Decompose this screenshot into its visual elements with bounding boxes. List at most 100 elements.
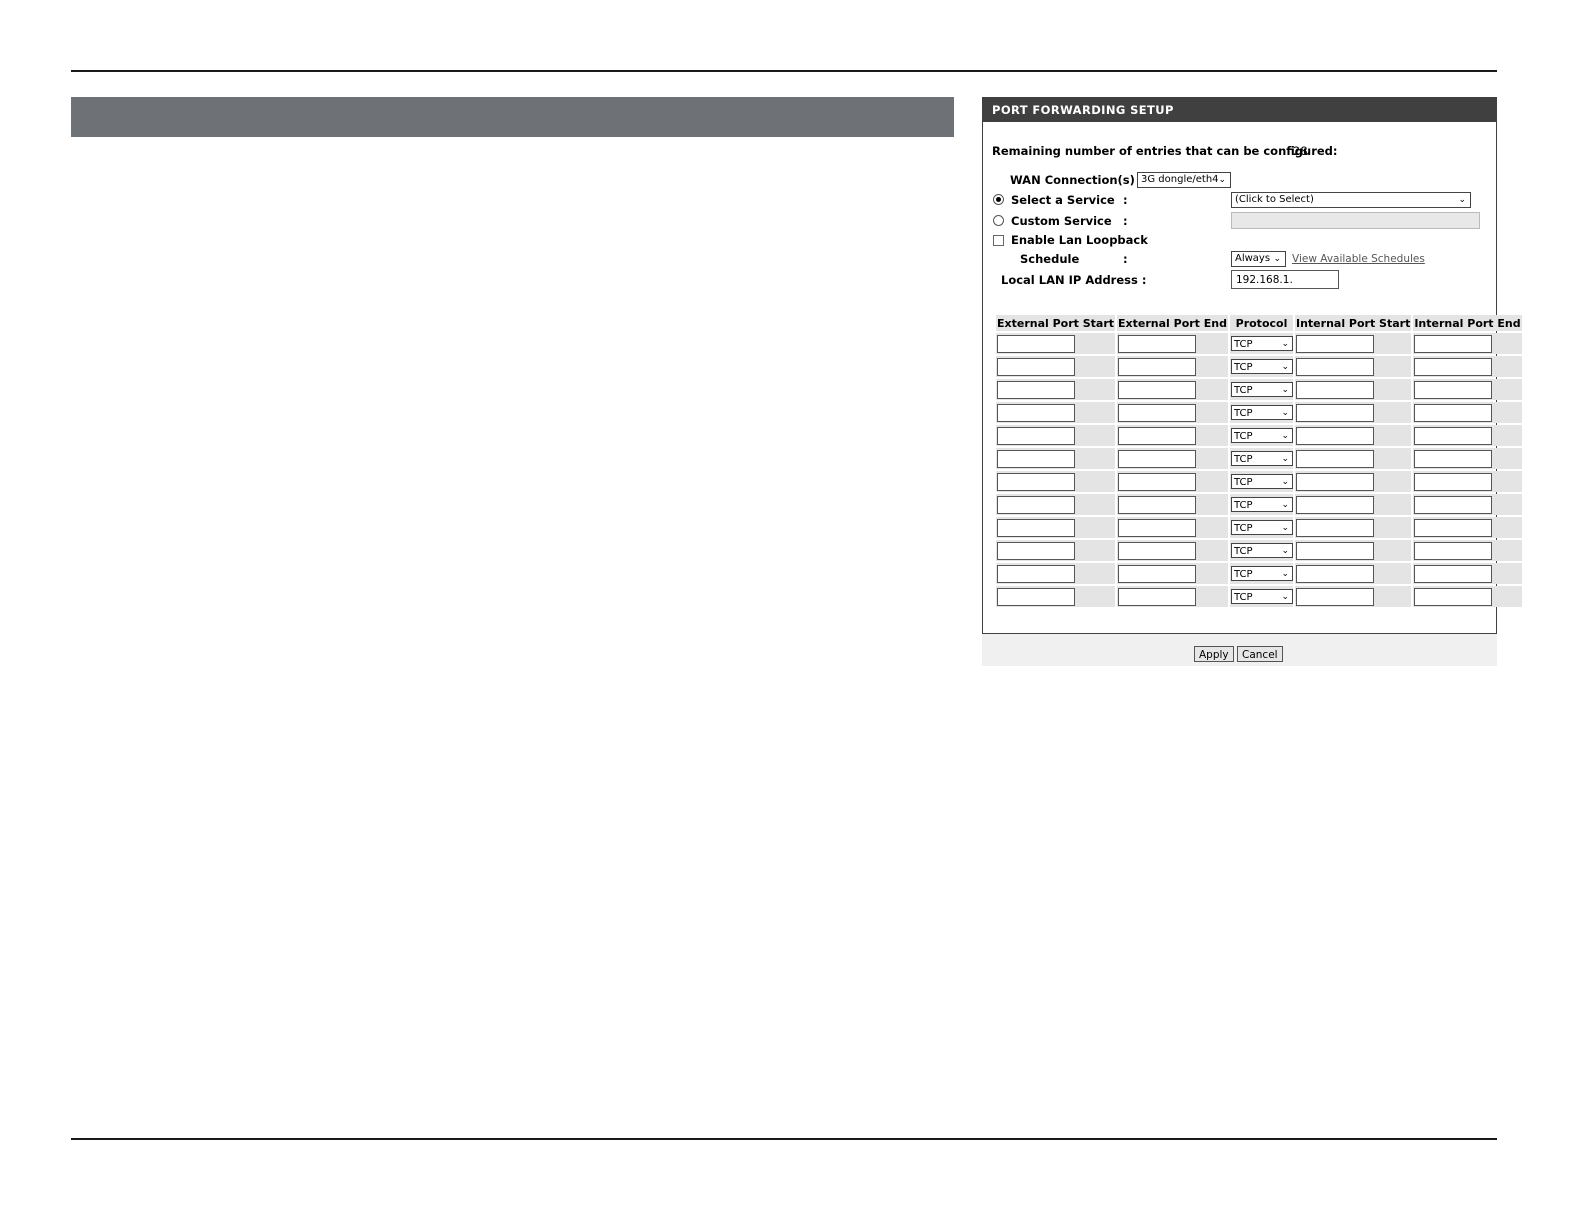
internal-port-end-input[interactable]: [1414, 564, 1493, 583]
protocol-select[interactable]: TCP ⌄: [1231, 566, 1293, 581]
apply-button[interactable]: Apply: [1194, 646, 1234, 662]
custom-service-input[interactable]: [1231, 212, 1480, 229]
select-service-colon: :: [1123, 193, 1128, 207]
internal-port-end-input[interactable]: [1414, 380, 1493, 399]
protocol-select[interactable]: TCP ⌄: [1231, 405, 1293, 420]
protocol-value: TCP: [1234, 523, 1253, 534]
internal-port-end-input[interactable]: [1414, 426, 1493, 445]
table-cell: [1295, 333, 1412, 354]
cancel-button[interactable]: Cancel: [1237, 646, 1283, 662]
button-bar: Apply Cancel: [982, 634, 1497, 666]
protocol-select[interactable]: TCP ⌄: [1231, 520, 1293, 535]
protocol-select[interactable]: TCP ⌄: [1231, 382, 1293, 397]
protocol-select[interactable]: TCP ⌄: [1231, 543, 1293, 558]
external-port-start-input[interactable]: [997, 403, 1075, 422]
external-port-end-input[interactable]: [1118, 426, 1197, 445]
internal-port-start-input[interactable]: [1296, 495, 1374, 514]
external-port-end-input[interactable]: [1118, 518, 1197, 537]
internal-port-start-input[interactable]: [1296, 472, 1374, 491]
external-port-end-input[interactable]: [1118, 472, 1197, 491]
table-cell: TCP ⌄: [1230, 356, 1293, 377]
internal-port-start-input[interactable]: [1296, 334, 1374, 353]
table-cell: [1117, 471, 1228, 492]
internal-port-start-input[interactable]: [1296, 380, 1374, 399]
external-port-end-input[interactable]: [1118, 564, 1197, 583]
external-port-end-input[interactable]: [1118, 380, 1197, 399]
external-port-end-input[interactable]: [1118, 403, 1197, 422]
protocol-value: TCP: [1234, 431, 1253, 442]
internal-port-start-input[interactable]: [1296, 587, 1374, 606]
internal-port-start-input[interactable]: [1296, 541, 1374, 560]
internal-port-start-input[interactable]: [1296, 449, 1374, 468]
external-port-start-input[interactable]: [997, 564, 1075, 583]
external-port-end-input[interactable]: [1118, 334, 1197, 353]
external-port-end-input[interactable]: [1118, 495, 1197, 514]
service-select[interactable]: (Click to Select) ⌄: [1231, 192, 1471, 208]
protocol-select[interactable]: TCP ⌄: [1231, 359, 1293, 374]
table-cell: [996, 333, 1116, 354]
table-cell: [1117, 333, 1228, 354]
internal-port-end-input[interactable]: [1414, 472, 1493, 491]
port-table-body: TCP ⌄ TCP ⌄ TCP ⌄ TCP ⌄ TCP ⌄ TCP ⌄ TCP ⌄ TCP ⌄ TCP ⌄ TCP ⌄…: [996, 333, 1522, 607]
wan-connection-select[interactable]: 3G dongle/eth4 ⌄: [1137, 172, 1231, 188]
table-row: TCP ⌄: [996, 471, 1522, 492]
internal-port-end-input[interactable]: [1414, 518, 1493, 537]
internal-port-start-input[interactable]: [1296, 403, 1374, 422]
select-service-radio[interactable]: [993, 194, 1004, 205]
protocol-select[interactable]: TCP ⌄: [1231, 336, 1293, 351]
table-cell: TCP ⌄: [1230, 333, 1293, 354]
internal-port-end-input[interactable]: [1414, 587, 1493, 606]
protocol-select[interactable]: TCP ⌄: [1231, 474, 1293, 489]
protocol-select[interactable]: TCP ⌄: [1231, 589, 1293, 604]
table-cell: [1295, 448, 1412, 469]
external-port-start-input[interactable]: [997, 587, 1075, 606]
protocol-value: TCP: [1234, 592, 1253, 603]
external-port-end-input[interactable]: [1118, 357, 1197, 376]
internal-port-start-input[interactable]: [1296, 426, 1374, 445]
table-cell: [1413, 494, 1522, 515]
table-cell: [1295, 379, 1412, 400]
table-cell: TCP ⌄: [1230, 471, 1293, 492]
table-cell: TCP ⌄: [1230, 379, 1293, 400]
internal-port-end-input[interactable]: [1414, 449, 1493, 468]
external-port-start-input[interactable]: [997, 518, 1075, 537]
protocol-select[interactable]: TCP ⌄: [1231, 497, 1293, 512]
header-external-port-start: External Port Start: [996, 315, 1116, 331]
table-cell: [996, 540, 1116, 561]
internal-port-end-input[interactable]: [1414, 334, 1493, 353]
bottom-divider: [71, 1138, 1497, 1140]
external-port-end-input[interactable]: [1118, 587, 1197, 606]
external-port-start-input[interactable]: [997, 449, 1075, 468]
external-port-start-input[interactable]: [997, 380, 1075, 399]
external-port-start-input[interactable]: [997, 472, 1075, 491]
external-port-start-input[interactable]: [997, 541, 1075, 560]
protocol-select[interactable]: TCP ⌄: [1231, 428, 1293, 443]
local-ip-label: Local LAN IP Address :: [1001, 273, 1147, 287]
table-row: TCP ⌄: [996, 517, 1522, 538]
external-port-end-input[interactable]: [1118, 541, 1197, 560]
external-port-start-input[interactable]: [997, 357, 1075, 376]
external-port-start-input[interactable]: [997, 495, 1075, 514]
external-port-start-input[interactable]: [997, 426, 1075, 445]
internal-port-end-input[interactable]: [1414, 495, 1493, 514]
internal-port-start-input[interactable]: [1296, 518, 1374, 537]
table-cell: [1295, 540, 1412, 561]
protocol-select[interactable]: TCP ⌄: [1231, 451, 1293, 466]
lan-loopback-checkbox[interactable]: [993, 235, 1004, 246]
internal-port-start-input[interactable]: [1296, 357, 1374, 376]
table-row: TCP ⌄: [996, 425, 1522, 446]
schedule-select[interactable]: Always ⌄: [1231, 251, 1286, 267]
table-row: TCP ⌄: [996, 540, 1522, 561]
panel-body: PORT FORWARDING SETUP Remaining number o…: [982, 97, 1522, 634]
table-cell: [1413, 563, 1522, 584]
internal-port-end-input[interactable]: [1414, 357, 1493, 376]
internal-port-start-input[interactable]: [1296, 564, 1374, 583]
view-schedules-link[interactable]: View Available Schedules: [1292, 253, 1425, 265]
local-ip-input[interactable]: 192.168.1.: [1231, 270, 1339, 289]
internal-port-end-input[interactable]: [1414, 403, 1493, 422]
external-port-end-input[interactable]: [1118, 449, 1197, 468]
internal-port-end-input[interactable]: [1414, 541, 1493, 560]
chevron-down-icon: ⌄: [1281, 385, 1289, 395]
custom-service-radio[interactable]: [993, 215, 1004, 226]
external-port-start-input[interactable]: [997, 334, 1075, 353]
